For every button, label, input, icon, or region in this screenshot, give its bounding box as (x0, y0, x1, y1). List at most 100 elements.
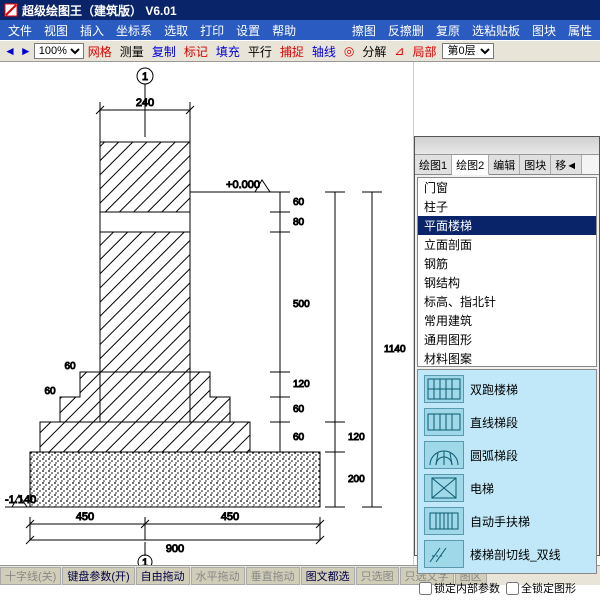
menu-print[interactable]: 打印 (194, 22, 230, 39)
menu-restore[interactable]: 复原 (430, 22, 466, 39)
tb-pile[interactable]: ◎ (340, 44, 358, 58)
floor-select[interactable]: 第0层 (442, 43, 494, 59)
menu-help[interactable]: 帮助 (266, 22, 302, 39)
shape-elevator[interactable]: 电梯 (420, 472, 594, 504)
shape-label: 直线梯段 (470, 414, 518, 431)
shape-label: 楼梯剖切线_双线 (470, 546, 561, 563)
status-hpan[interactable]: 水平拖动 (191, 567, 245, 585)
status-kbd-params[interactable]: 键盘参数(开) (62, 567, 134, 585)
shape-label: 自动手扶梯 (470, 513, 530, 530)
cat-common-arch[interactable]: 常用建筑 (418, 311, 596, 330)
cat-generic[interactable]: 通用图形 (418, 330, 596, 349)
svg-text:120: 120 (293, 379, 310, 390)
svg-text:1: 1 (142, 557, 148, 565)
tab-block[interactable]: 图块 (520, 155, 551, 174)
shape-arc-flight[interactable]: 圆弧梯段 (420, 439, 594, 471)
drawing-canvas[interactable]: 1 240 (0, 62, 414, 565)
tool-palette: 绘图1 绘图2 编辑 图块 移◄ 门窗 柱子 平面楼梯 立面剖面 钢筋 钢结构 … (414, 136, 600, 556)
category-list[interactable]: 门窗 柱子 平面楼梯 立面剖面 钢筋 钢结构 标高、指北针 常用建筑 通用图形 … (417, 177, 597, 367)
status-only-pic[interactable]: 只选图 (356, 567, 399, 585)
svg-text:+0.000: +0.000 (226, 179, 260, 191)
svg-text:60: 60 (293, 197, 305, 208)
history-back-icon[interactable]: ◄ (2, 44, 18, 58)
menu-view[interactable]: 视图 (38, 22, 74, 39)
menu-props[interactable]: 属性 (562, 22, 598, 39)
svg-text:900: 900 (166, 543, 184, 555)
cat-doorwindow[interactable]: 门窗 (418, 178, 596, 197)
tb-axis[interactable]: 轴线 (308, 43, 340, 60)
svg-text:500: 500 (293, 299, 310, 310)
tb-part[interactable]: 局部 (408, 43, 440, 60)
history-fwd-icon[interactable]: ► (18, 44, 34, 58)
tb-parallel[interactable]: 平行 (244, 43, 276, 60)
svg-text:450: 450 (76, 511, 94, 523)
svg-text:1140: 1140 (384, 344, 406, 355)
status-crosshair[interactable]: 十字线(关) (0, 567, 61, 585)
svg-text:1: 1 (142, 71, 148, 83)
cat-rebar[interactable]: 钢筋 (418, 254, 596, 273)
title-bar: 超级绘图王（建筑版） V6.01 (0, 0, 600, 20)
svg-text:60: 60 (293, 432, 305, 443)
shape-straight-flight[interactable]: 直线梯段 (420, 406, 594, 438)
zoom-select[interactable]: 100% (34, 43, 84, 59)
cat-stair-plan[interactable]: 平面楼梯 (418, 216, 596, 235)
menu-erase[interactable]: 擦图 (346, 22, 382, 39)
tb-grid[interactable]: 网格 (84, 43, 116, 60)
cat-level-north[interactable]: 标高、指北针 (418, 292, 596, 311)
svg-text:60: 60 (44, 386, 56, 397)
svg-text:200: 200 (348, 474, 365, 485)
status-select-all[interactable]: 图文都选 (301, 567, 355, 585)
tb-decomp[interactable]: 分解 (358, 43, 390, 60)
shape-list: 双跑楼梯 直线梯段 圆弧梯段 电梯 自动手扶梯 楼梯剖切线_双线 (417, 369, 597, 574)
status-free-pan[interactable]: 自由拖动 (136, 567, 190, 585)
svg-text:60: 60 (64, 361, 76, 372)
shape-escalator[interactable]: 自动手扶梯 (420, 505, 594, 537)
tab-draw1[interactable]: 绘图1 (415, 155, 452, 174)
shape-label: 圆弧梯段 (470, 447, 518, 464)
double-stair-icon (424, 375, 464, 403)
palette-tabs: 绘图1 绘图2 编辑 图块 移◄ (415, 155, 599, 175)
tab-draw2[interactable]: 绘图2 (452, 155, 489, 175)
tb-mark[interactable]: 标记 (180, 43, 212, 60)
cat-material[interactable]: 材料图案 (418, 349, 596, 367)
menu-block[interactable]: 图块 (526, 22, 562, 39)
menu-bar: 文件 视图 插入 坐标系 选取 打印 设置 帮助 擦图 反擦删 复原 选粘贴板 … (0, 20, 600, 40)
menu-select[interactable]: 选取 (158, 22, 194, 39)
toolbar: ◄ ► 100% 网格 测量 复制 标记 填充 平行 捕捉 轴线 ◎ 分解 ⊿ … (0, 40, 600, 62)
tab-edit[interactable]: 编辑 (489, 155, 520, 174)
tb-corner[interactable]: ⊿ (390, 44, 408, 58)
cat-elev-section[interactable]: 立面剖面 (418, 235, 596, 254)
tab-move[interactable]: 移◄ (551, 155, 582, 174)
menu-settings[interactable]: 设置 (230, 22, 266, 39)
svg-text:60: 60 (293, 404, 305, 415)
tb-fill[interactable]: 填充 (212, 43, 244, 60)
shape-label: 双跑楼梯 (470, 381, 518, 398)
lock-inner-check[interactable]: 锁定内部参数 (419, 580, 500, 596)
shape-double-stair[interactable]: 双跑楼梯 (420, 373, 594, 405)
arc-flight-icon (424, 441, 464, 469)
cat-column[interactable]: 柱子 (418, 197, 596, 216)
tb-measure[interactable]: 测量 (116, 43, 148, 60)
elevator-icon (424, 474, 464, 502)
menu-file[interactable]: 文件 (2, 22, 38, 39)
status-vpan[interactable]: 垂直拖动 (246, 567, 300, 585)
menu-unerase[interactable]: 反擦删 (382, 22, 430, 39)
menu-clipb[interactable]: 选粘贴板 (466, 22, 526, 39)
app-title: 超级绘图王（建筑版） V6.01 (22, 2, 177, 19)
shape-stair-cut-double[interactable]: 楼梯剖切线_双线 (420, 538, 594, 570)
tb-copy[interactable]: 复制 (148, 43, 180, 60)
svg-text:240: 240 (136, 97, 154, 109)
menu-insert[interactable]: 插入 (74, 22, 110, 39)
lock-all-check[interactable]: 全锁定图形 (506, 580, 576, 596)
svg-text:80: 80 (293, 217, 305, 228)
svg-text:-1.140: -1.140 (5, 494, 36, 506)
cat-steel[interactable]: 钢结构 (418, 273, 596, 292)
stair-cut-icon (424, 540, 464, 568)
tb-snap[interactable]: 捕捉 (276, 43, 308, 60)
svg-text:450: 450 (221, 511, 239, 523)
shape-label: 电梯 (470, 480, 494, 497)
app-logo-icon (4, 3, 18, 17)
straight-flight-icon (424, 408, 464, 436)
menu-coord[interactable]: 坐标系 (110, 22, 158, 39)
escalator-icon (424, 507, 464, 535)
